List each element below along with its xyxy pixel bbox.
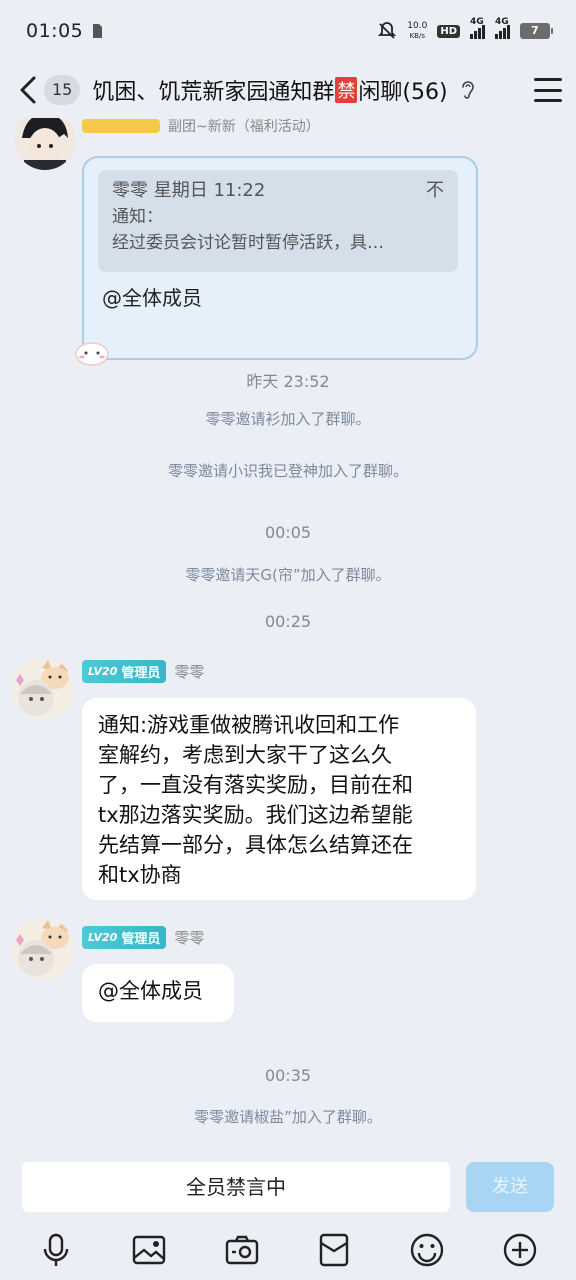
message-line: 通知:游戏重做被腾讯收回和工作 <box>98 713 400 737</box>
plus-icon[interactable] <box>502 1232 538 1268</box>
quote-header: 零零 星期日 11:22 不 <box>112 178 444 204</box>
message-input[interactable]: 全员禁言中 <box>22 1162 450 1212</box>
avatar[interactable] <box>14 118 76 170</box>
timestamp: 昨天 23:52 <box>246 372 330 391</box>
menu-line <box>534 88 562 92</box>
timestamp: 00:05 <box>264 523 312 542</box>
level-badge: LV20 管理员 <box>82 660 167 683</box>
message-bubble[interactable]: 通知:游戏重做被腾讯收回和工作 室解约，考虑到大家干了这么久 了，一直没有落实奖… <box>82 698 476 900</box>
title-tag: 禁 <box>335 77 358 103</box>
sim-card-icon <box>93 24 103 38</box>
emoji-icon[interactable] <box>409 1232 445 1268</box>
quote-author: 零零 <box>112 180 148 201</box>
menu-line <box>534 99 562 102</box>
input-bar: 全员禁言中 发送 <box>0 1158 576 1220</box>
level-label: LV20 <box>88 665 118 678</box>
status-bar: 01:05 10.0 KB/s HD 4G 4G 7 <box>0 0 576 62</box>
message-line: 室解约，考虑到大家干了这么久 <box>98 743 392 767</box>
partial-caption: 副团~新新（福利活动） <box>168 119 320 135</box>
sender-row: LV20 管理员 零零 <box>82 926 204 949</box>
back-button[interactable]: 15 <box>14 70 81 110</box>
send-button[interactable]: 发送 <box>466 1162 554 1212</box>
signal-2-icon: 4G <box>495 17 510 39</box>
sender-name: 零零 <box>174 929 205 947</box>
chat-area[interactable]: 副团~新新（福利活动） 零零 星期日 11:22 不 通知： 经过委员会讨论暂时… <box>0 118 576 1158</box>
level-label: LV20 <box>88 931 118 944</box>
menu-button[interactable] <box>534 78 562 102</box>
partial-sender-row: 副团~新新（福利活动） <box>82 118 320 136</box>
group-title-part1: 饥困、饥荒新家园通知群 <box>92 80 335 105</box>
message-line: 先结算一部分，具体怎么结算还在 <box>98 833 413 857</box>
role-label: 管理员 <box>121 932 161 947</box>
system-message: 零零邀请天G(帘”加入了群聊。 <box>185 566 391 584</box>
mic-icon[interactable] <box>38 1232 74 1268</box>
chevron-left-icon <box>20 76 36 104</box>
cat-face-sticker-icon <box>75 342 109 366</box>
quote-time: 星期日 11:22 <box>153 180 266 201</box>
group-title[interactable]: 饥困、饥荒新家园通知群禁闲聊(56) <box>92 74 448 106</box>
role-label: 管理员 <box>121 666 161 681</box>
quote-message-bubble[interactable]: 零零 星期日 11:22 不 通知： 经过委员会讨论暂时暂停活跃，具… @全体成… <box>75 156 478 366</box>
status-time: 01:05 <box>26 20 84 42</box>
pin-icon: 不 <box>426 180 444 201</box>
red-packet-icon[interactable] <box>316 1232 352 1268</box>
mention-text: @全体成员 <box>102 286 202 310</box>
chat-header: 15 饥困、饥荒新家园通知群禁闲聊(56) <box>0 62 576 118</box>
signal-1-icon: 4G <box>470 17 485 39</box>
avatar[interactable] <box>12 658 74 720</box>
level-badge: LV20 管理员 <box>82 926 167 949</box>
system-message: 零零邀请小识我已登神加入了群聊。 <box>167 462 408 480</box>
timestamp: 00:35 <box>264 1066 312 1085</box>
message-line: @全体成员 <box>98 979 203 1003</box>
hd-badge: HD <box>437 24 460 38</box>
menu-line <box>534 78 562 81</box>
timestamp: 00:25 <box>264 612 312 631</box>
net-speed-value: 10.0 <box>407 21 428 31</box>
signal-2-label: 4G <box>495 17 509 27</box>
status-right: 10.0 KB/s HD 4G 4G 7 <box>377 17 553 41</box>
quote-line-2: 经过委员会讨论暂时暂停活跃，具… <box>112 233 384 253</box>
partial-level-badge <box>82 119 160 133</box>
group-title-part2: 闲聊(56) <box>358 80 448 105</box>
avatar-chibi-cat-icon <box>12 658 74 720</box>
camera-icon[interactable] <box>224 1232 260 1268</box>
unread-count-badge: 15 <box>44 75 81 105</box>
avatar-anime-boy-icon <box>14 118 76 170</box>
system-message: 零零邀请衫加入了群聊。 <box>205 410 371 428</box>
quoted-message[interactable]: 零零 星期日 11:22 不 通知： 经过委员会讨论暂时暂停活跃，具… <box>98 170 458 272</box>
battery-icon: 7 <box>520 23 553 39</box>
signal-1-label: 4G <box>470 17 484 27</box>
sender-row: LV20 管理员 零零 <box>82 660 204 683</box>
quote-line-1: 通知： <box>112 207 163 227</box>
net-speed: 10.0 KB/s <box>407 21 427 41</box>
quote-meta: 零零 星期日 11:22 <box>112 178 265 204</box>
ear-icon[interactable] <box>460 79 476 101</box>
net-speed-unit: KB/s <box>409 32 425 40</box>
input-toolbar <box>0 1220 576 1280</box>
message-line: 了，一直没有落实奖励，目前在和 <box>98 773 413 797</box>
message-line: 和tx协商 <box>98 863 182 887</box>
message-bubble[interactable]: @全体成员 <box>82 964 234 1022</box>
avatar[interactable] <box>12 918 74 980</box>
mute-bell-icon <box>378 22 397 39</box>
image-icon[interactable] <box>131 1232 167 1268</box>
avatar-chibi-cat-icon <box>12 918 74 980</box>
message-line: tx那边落实奖励。我们这边希望能 <box>98 803 413 827</box>
system-message: 零零邀请椒盐”加入了群聊。 <box>194 1108 382 1126</box>
sender-name: 零零 <box>174 663 205 681</box>
